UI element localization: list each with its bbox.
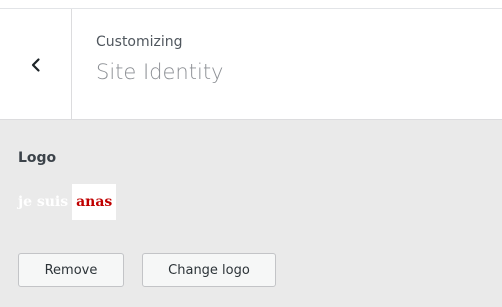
header-titles: Customizing Site Identity xyxy=(96,32,223,86)
back-button[interactable] xyxy=(0,9,72,120)
logo-section: Logo je suis anas Remove Change logo xyxy=(0,119,502,307)
page-title: Site Identity xyxy=(96,60,224,84)
logo-label: Logo xyxy=(18,150,57,166)
logo-preview: je suis anas xyxy=(18,184,117,220)
customizer-header: Customizing Site Identity xyxy=(0,8,502,120)
eyebrow-text: Customizing xyxy=(96,34,183,50)
remove-button[interactable]: Remove xyxy=(18,253,124,287)
logo-text-part1: je suis xyxy=(18,194,69,210)
logo-text-part2: anas xyxy=(72,184,117,220)
chevron-left-icon xyxy=(31,57,40,72)
customizer-panel: Customizing Site Identity Logo je suis a… xyxy=(0,0,502,307)
change-logo-button[interactable]: Change logo xyxy=(142,253,276,287)
